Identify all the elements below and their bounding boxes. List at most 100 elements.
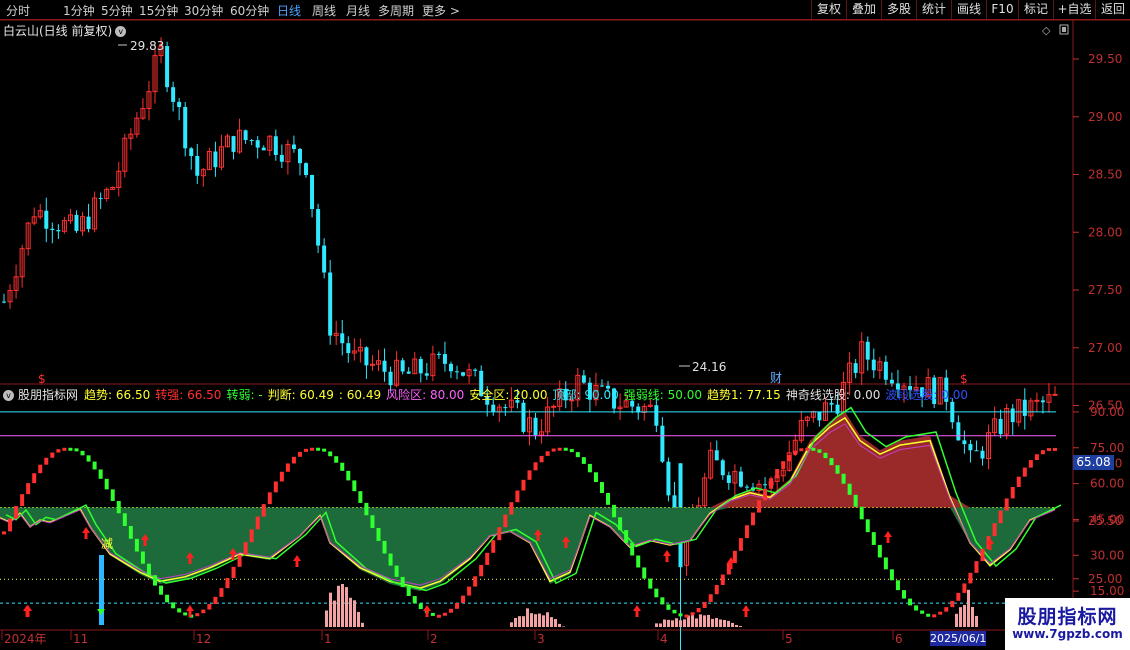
price-tick-label: 28.00: [1088, 225, 1122, 239]
stair-bar: [575, 452, 580, 458]
dividend-marker-1[interactable]: $: [38, 372, 46, 386]
indicator-axis: 90.00 75.00 60.00 45.00 30.00 15.00: [1073, 405, 1124, 598]
legend-item-4: : 60.49: [338, 388, 382, 402]
pink-bar: [671, 620, 674, 627]
pink-bar: [361, 622, 364, 627]
candle-body: [1052, 393, 1058, 396]
kline-chart[interactable]: 29.5029.0028.5028.0027.5027.0026.5026.00…: [0, 0, 1130, 650]
candle-body: [279, 154, 284, 162]
pink-bar: [975, 615, 978, 627]
stair-bar: [20, 494, 25, 507]
candle-body: [310, 174, 315, 210]
stair-bar: [165, 594, 170, 603]
stair-bar: [696, 607, 701, 613]
candle-body: [473, 369, 478, 371]
candle-body: [974, 450, 979, 452]
candle-body: [726, 475, 731, 483]
financial-report-marker[interactable]: 财: [770, 371, 782, 385]
stair-bar: [8, 518, 13, 532]
stair-bar: [412, 596, 417, 604]
candle-body: [382, 360, 387, 372]
stair-bar: [545, 451, 550, 456]
stair-bar: [901, 590, 906, 599]
stair-bar: [340, 462, 345, 471]
legend-item-10: 神奇线选股: 0.00: [785, 388, 881, 402]
stair-bar: [889, 569, 894, 581]
stair-bar: [769, 478, 774, 489]
diamond-icon[interactable]: ◇: [1042, 24, 1051, 37]
buy-arrow-icon: [24, 605, 32, 617]
candle-body: [654, 405, 659, 426]
pink-bar: [337, 585, 340, 627]
dividend-marker-2[interactable]: $: [960, 372, 968, 386]
stair-bar: [394, 565, 399, 577]
legend-item-2: 转弱: -: [226, 388, 263, 402]
candle-body: [171, 87, 176, 102]
stair-bar: [140, 551, 145, 564]
pink-bar: [329, 592, 332, 627]
price-tick-label: 29.50: [1088, 52, 1122, 66]
stair-bar: [829, 458, 834, 466]
stair-bar: [750, 512, 755, 526]
stair-bar: [914, 605, 919, 611]
stair-bar: [74, 448, 79, 452]
stair-bar: [775, 468, 780, 479]
stair-bar: [285, 463, 290, 472]
candle-body: [2, 301, 6, 303]
stair-bar: [334, 456, 339, 463]
stair-bar: [805, 447, 810, 451]
stair-bar: [497, 527, 502, 541]
candle-body: [660, 425, 665, 462]
pink-bar: [663, 619, 666, 627]
stair-bar: [442, 612, 447, 616]
watermark-title: 股朋指标网: [1017, 606, 1118, 628]
candle-body: [291, 144, 296, 149]
pink-bar: [546, 612, 549, 627]
stair-bar: [618, 517, 623, 531]
stair-bar: [708, 594, 713, 602]
stair-bar: [569, 448, 574, 453]
candle-body: [273, 136, 278, 155]
stair-bar: [877, 544, 882, 558]
stair-bar: [255, 516, 260, 530]
stair-bar: [690, 612, 695, 616]
stair-bar: [527, 470, 532, 480]
pink-bar: [357, 611, 360, 627]
pink-bar: [667, 619, 670, 627]
chevron-down-icon[interactable]: v: [115, 26, 127, 37]
indicator-tick-label: 60.00: [1090, 477, 1124, 491]
legend-item-8: 强弱线: 50.00: [623, 388, 702, 402]
stair-bar: [612, 504, 617, 518]
buy-arrow-icon: [82, 527, 90, 539]
stair-bar: [388, 553, 393, 566]
candle-body: [763, 484, 768, 486]
stair-bar: [853, 494, 858, 507]
stair-bar: [171, 602, 176, 609]
stair-bar: [799, 448, 804, 452]
candle-body: [998, 418, 1003, 435]
stair-bar: [207, 604, 212, 610]
stair-bar: [346, 470, 351, 481]
low-price-label: 24.16: [692, 360, 726, 374]
stair-bar: [515, 490, 520, 503]
candle-body: [400, 360, 405, 372]
stair-bar: [304, 448, 309, 452]
stair-bar: [62, 447, 67, 451]
stair-bar: [68, 447, 73, 451]
stair-bar: [992, 523, 997, 537]
watermark-url: www.7gpzb.com: [1012, 627, 1123, 641]
indicator-menu-icon[interactable]: v: [3, 390, 14, 401]
candle-body: [316, 209, 321, 246]
pink-bar: [333, 600, 336, 627]
pink-bar: [522, 616, 525, 627]
stair-bar: [104, 478, 109, 490]
candle-body: [503, 407, 508, 409]
stair-bar: [261, 504, 266, 517]
stair-bar: [177, 608, 182, 613]
indicator-name[interactable]: 股朋指标网: [18, 388, 78, 402]
candle-body: [243, 130, 248, 141]
pink-bar: [345, 587, 348, 627]
stair-bar: [364, 502, 369, 516]
candle-body: [261, 147, 266, 151]
candle-body: [853, 363, 858, 373]
